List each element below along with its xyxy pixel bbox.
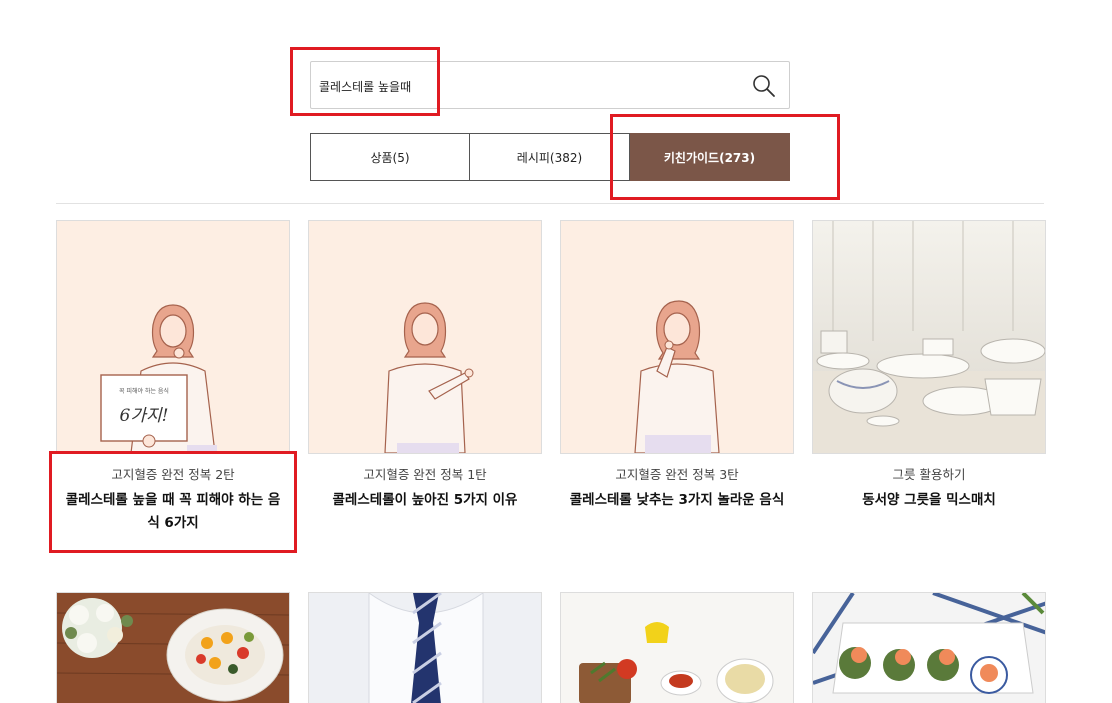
card-image: 꼭 피해야 하는 음식 6가지! xyxy=(56,220,290,454)
card-image[interactable] xyxy=(56,592,290,703)
card-category: 그릇 활용하기 xyxy=(892,467,966,482)
search-button[interactable] xyxy=(751,73,777,99)
tab-recipes[interactable]: 레시피(382) xyxy=(470,133,630,181)
card-category: 고지혈증 완전 정복 3탄 xyxy=(615,467,739,482)
guide-card[interactable]: 그릇 활용하기 동서양 그릇을 믹스매치 xyxy=(812,220,1046,512)
card-image xyxy=(560,220,794,454)
card-image[interactable] xyxy=(308,592,542,703)
card-title[interactable]: 콜레스테롤 낮추는 3가지 놀라운 음식 xyxy=(560,489,794,512)
guide-card[interactable]: 고지혈증 완전 정복 1탄 콜레스테롤이 높아진 5가지 이유 xyxy=(308,220,542,512)
card-category: 고지혈증 완전 정복 2탄 xyxy=(111,467,235,482)
sign-small-text: 꼭 피해야 하는 음식 xyxy=(119,387,169,395)
tab-kitchen-guide[interactable]: 키친가이드(273) xyxy=(630,133,790,181)
sign-big-text: 6가지! xyxy=(120,406,169,426)
card-image xyxy=(308,220,542,454)
card-image xyxy=(812,220,1046,454)
search-icon xyxy=(753,75,775,97)
guide-card[interactable]: 고지혈증 완전 정복 3탄 콜레스테롤 낮추는 3가지 놀라운 음식 xyxy=(560,220,794,512)
card-title[interactable]: 동서양 그릇을 믹스매치 xyxy=(812,489,1046,512)
guide-card[interactable]: 꼭 피해야 하는 음식 6가지! 고지혈증 완전 정복 2탄 콜레스테롤 높을 … xyxy=(56,220,290,535)
search-result-tabs: 상품(5) 레시피(382) 키친가이드(273) xyxy=(310,133,790,181)
search-input[interactable] xyxy=(319,74,739,98)
card-category: 고지혈증 완전 정복 1탄 xyxy=(363,467,487,482)
card-image[interactable] xyxy=(812,592,1046,703)
card-title[interactable]: 콜레스테롤 높을 때 꼭 피해야 하는 음식 6가지 xyxy=(56,489,290,535)
tab-products[interactable]: 상품(5) xyxy=(310,133,470,181)
divider xyxy=(56,203,1044,204)
card-title[interactable]: 콜레스테롤이 높아진 5가지 이유 xyxy=(308,489,542,512)
search-box xyxy=(310,61,790,109)
card-image[interactable] xyxy=(560,592,794,703)
